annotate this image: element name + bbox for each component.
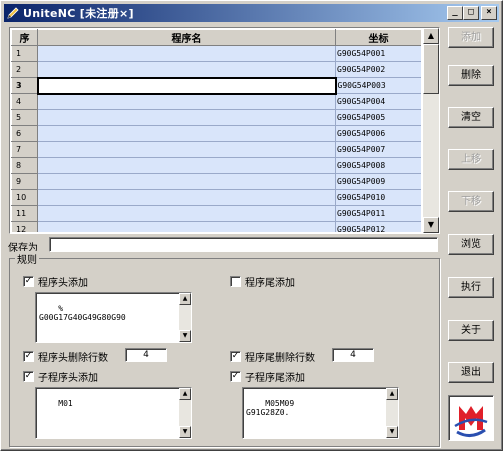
table-row[interactable]: 6 G90G54P006 [11,125,421,142]
tail-delete-count-input[interactable]: 4 [332,348,374,362]
row-number[interactable]: 1 [11,45,38,62]
scroll-down-icon[interactable]: ▼ [423,217,439,233]
maximize-button[interactable]: □ [463,6,479,20]
title-bar[interactable]: UniteNC [未注册×] _ □ × [4,4,499,22]
column-header-seq[interactable]: 序 [11,29,38,46]
table-row[interactable]: 9 G90G54P009 [11,173,421,190]
table-row[interactable]: 7 G90G54P007 [11,141,421,158]
table-row[interactable]: 10 G90G54P010 [11,189,421,206]
checkbox-checked-icon: ✓ [23,276,34,287]
coord-cell[interactable]: G90G54P004 [335,93,421,110]
clear-button[interactable]: 清空 [448,107,494,128]
pencil-icon [6,6,20,20]
sub-tail-add-textarea[interactable]: M05M09 G91G28Z0. ▲ ▼ [242,387,399,439]
program-name-cell[interactable] [37,109,336,126]
checkbox-checked-icon: ✓ [230,371,241,382]
saveas-input[interactable] [49,237,438,252]
table-row[interactable]: 3 G90G54P003 [11,76,421,95]
row-number[interactable]: 11 [11,205,38,222]
textarea-scrollbar[interactable]: ▲ ▼ [179,293,191,342]
coord-cell[interactable]: G90G54P005 [335,109,421,126]
move-up-button[interactable]: 上移 [448,149,494,170]
row-number[interactable]: 12 [11,221,38,232]
rules-group-label: 规则 [15,251,39,266]
checkbox-unchecked-icon [230,276,241,287]
window-title: UniteNC [未注册×] [23,7,134,20]
row-number[interactable]: 8 [11,157,38,174]
row-number[interactable]: 2 [11,61,38,78]
column-header-coord[interactable]: 坐标 [335,29,421,46]
sub-header-add-checkbox[interactable]: ✓ 子程序头添加 [23,369,98,384]
program-name-cell[interactable] [37,93,336,110]
tail-delete-checkbox[interactable]: ✓ 程序尾删除行数 [230,349,315,364]
exit-button[interactable]: 退出 [448,362,494,383]
row-number[interactable]: 5 [11,109,38,126]
about-button[interactable]: 关于 [448,320,494,341]
row-number[interactable]: 4 [11,93,38,110]
program-name-cell[interactable] [37,173,336,190]
table-row[interactable]: 1 G90G54P001 [11,45,421,62]
coord-cell[interactable]: G90G54P006 [335,125,421,142]
table-row[interactable]: 11 G90G54P011 [11,205,421,222]
table-row[interactable]: 2 G90G54P002 [11,61,421,78]
coord-cell[interactable]: G90G54P002 [335,61,421,78]
header-add-checkbox[interactable]: ✓ 程序头添加 [23,274,88,289]
move-down-button[interactable]: 下移 [448,191,494,212]
checkbox-checked-icon: ✓ [230,351,241,362]
table-row[interactable]: 4 G90G54P004 [11,93,421,110]
table-row[interactable]: 12 G90G54P012 [11,221,421,232]
program-name-cell[interactable] [37,189,336,206]
header-delete-count-input[interactable]: 4 [125,348,167,362]
row-number[interactable]: 6 [11,125,38,142]
close-button[interactable]: × [481,6,497,20]
coord-cell[interactable]: G90G54P008 [335,157,421,174]
program-name-cell[interactable] [37,45,336,62]
checkbox-checked-icon: ✓ [23,371,34,382]
scroll-thumb[interactable] [423,44,439,94]
table-row[interactable]: 5 G90G54P005 [11,109,421,126]
column-header-name[interactable]: 程序名 [37,29,336,46]
browse-button[interactable]: 浏览 [448,234,494,255]
main-window: UniteNC [未注册×] _ □ × 序 程序名 坐标 1 G90G54P00… [0,0,503,451]
grid-scrollbar[interactable]: ▲ ▼ [423,28,439,233]
row-number[interactable]: 9 [11,173,38,190]
program-grid: 序 程序名 坐标 1 G90G54P001 2 G90G54P002 3 G90G54P0… [9,27,440,234]
tail-add-checkbox[interactable]: 程序尾添加 [230,274,295,289]
row-number[interactable]: 3 [11,77,38,94]
add-button[interactable]: 添加 [448,27,494,48]
header-add-textarea[interactable]: % G00G17G40G49G80G90 ▲ ▼ [35,292,192,343]
row-number[interactable]: 10 [11,189,38,206]
scroll-up-icon[interactable]: ▲ [423,28,439,44]
textarea-scrollbar[interactable]: ▲ ▼ [386,388,398,438]
program-name-cell[interactable] [37,125,336,142]
unitenc-logo-icon [448,395,494,441]
table-row[interactable]: 8 G90G54P008 [11,157,421,174]
coord-cell[interactable]: G90G54P010 [335,189,421,206]
program-name-cell[interactable] [37,157,336,174]
checkbox-checked-icon: ✓ [23,351,34,362]
coord-cell[interactable]: G90G54P011 [335,205,421,222]
execute-button[interactable]: 执行 [448,277,494,298]
coord-cell[interactable]: G90G54P003 [335,77,421,94]
sub-header-add-textarea[interactable]: M01 ▲ ▼ [35,387,192,439]
coord-cell[interactable]: G90G54P009 [335,173,421,190]
program-name-cell[interactable] [37,61,336,78]
textarea-scrollbar[interactable]: ▲ ▼ [179,388,191,438]
program-name-cell[interactable] [36,76,337,95]
program-name-cell[interactable] [37,221,336,232]
program-name-cell[interactable] [37,141,336,158]
coord-cell[interactable]: G90G54P001 [335,45,421,62]
sub-tail-add-checkbox[interactable]: ✓ 子程序尾添加 [230,369,305,384]
coord-cell[interactable]: G90G54P012 [335,221,421,232]
row-number[interactable]: 7 [11,141,38,158]
delete-button[interactable]: 删除 [448,65,494,86]
header-delete-checkbox[interactable]: ✓ 程序头删除行数 [23,349,108,364]
program-name-cell[interactable] [37,205,336,222]
minimize-button[interactable]: _ [447,6,463,20]
coord-cell[interactable]: G90G54P007 [335,141,421,158]
